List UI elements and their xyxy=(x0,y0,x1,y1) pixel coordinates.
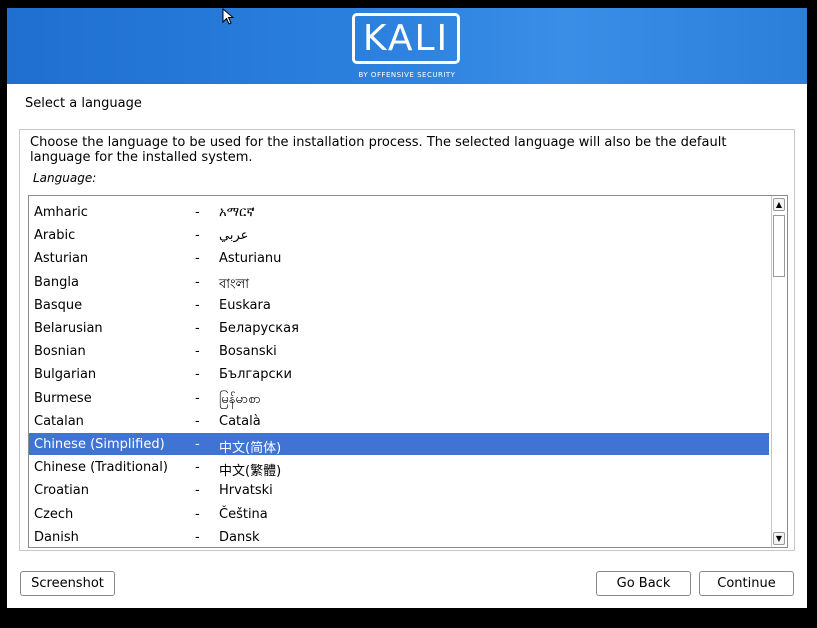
language-native-name: Български xyxy=(219,367,292,383)
separator-dash: - xyxy=(195,483,200,499)
separator-dash: - xyxy=(195,228,200,244)
language-label: Language: xyxy=(33,171,97,185)
language-row[interactable]: Belarusian - Беларуская xyxy=(29,317,769,339)
language-native-name: عربي xyxy=(219,228,249,244)
language-name: Amharic xyxy=(34,205,88,220)
language-native-name: Català xyxy=(219,413,261,429)
language-row[interactable]: Bosnian - Bosanski xyxy=(29,340,769,362)
language-native-name: Euskara xyxy=(219,297,271,313)
separator-dash: - xyxy=(195,506,200,522)
separator-dash: - xyxy=(195,413,200,429)
language-row[interactable]: Amharic - አማርኛ xyxy=(29,201,769,223)
go-back-button[interactable]: Go Back xyxy=(596,571,691,596)
separator-dash: - xyxy=(195,297,200,313)
language-name: Croatian xyxy=(34,483,89,499)
separator-dash: - xyxy=(195,529,200,545)
language-row[interactable]: Arabic - عربي xyxy=(29,224,769,246)
language-name: Belarusian xyxy=(34,321,103,336)
language-native-name: Čeština xyxy=(219,506,268,522)
language-row[interactable]: Chinese (Traditional) - 中文(繁體) xyxy=(29,456,769,480)
separator-dash: - xyxy=(195,367,200,383)
separator-dash: - xyxy=(195,251,200,267)
separator-dash: - xyxy=(195,344,200,360)
language-row[interactable]: Catalan - Català xyxy=(29,410,769,432)
language-name: Basque xyxy=(34,297,83,313)
scrollbar[interactable]: ▲ ▼ xyxy=(771,196,787,547)
page-title: Select a language xyxy=(25,96,142,111)
separator-dash: - xyxy=(195,437,200,452)
separator-dash: - xyxy=(195,321,200,336)
kali-logo: KALI xyxy=(352,13,460,64)
screenshot-button[interactable]: Screenshot xyxy=(20,571,115,596)
description-text: Choose the language to be used for the i… xyxy=(30,135,727,165)
kali-logo-subtitle: BY OFFENSIVE SECURITY xyxy=(358,71,456,79)
language-name: Asturian xyxy=(34,251,89,267)
language-row[interactable]: Burmese - မြန်မာစာ xyxy=(29,387,769,409)
language-name: Bangla xyxy=(34,274,79,290)
language-name: Catalan xyxy=(34,413,84,429)
language-row[interactable]: Chinese (Simplified) - 中文(简体) xyxy=(29,433,769,456)
language-row[interactable]: Bulgarian - Български xyxy=(29,363,769,385)
kali-banner: KALI BY OFFENSIVE SECURITY xyxy=(7,8,807,84)
separator-dash: - xyxy=(195,390,200,406)
language-name: Bulgarian xyxy=(34,367,97,383)
language-row[interactable]: Danish - Dansk xyxy=(29,526,769,547)
language-name: Czech xyxy=(34,506,74,522)
language-native-name: 中文(简体) xyxy=(219,441,282,456)
language-native-name: မြန်မာစာ xyxy=(219,391,261,407)
language-row[interactable]: Basque - Euskara xyxy=(29,294,769,316)
language-native-name: Dansk xyxy=(219,529,260,545)
installer-window: KALI BY OFFENSIVE SECURITY Select a lang… xyxy=(7,8,807,608)
separator-dash: - xyxy=(195,274,200,290)
language-row[interactable]: Asturian - Asturianu xyxy=(29,247,769,269)
separator-dash: - xyxy=(195,460,200,476)
language-name: Bosnian xyxy=(34,344,86,360)
language-list[interactable]: Amharic - አማርኛ Arabic - عربي Asturian - Asturian… xyxy=(28,195,788,548)
language-native-name: አማርኛ xyxy=(219,205,255,220)
language-row[interactable]: Czech - Čeština xyxy=(29,503,769,525)
scrollbar-thumb[interactable] xyxy=(773,215,785,277)
scroll-up-icon[interactable]: ▲ xyxy=(773,198,785,211)
language-panel: Choose the language to be used for the i… xyxy=(19,129,795,551)
language-row[interactable]: Bangla - বাংলা xyxy=(29,271,769,293)
language-native-name: Bosanski xyxy=(219,344,277,360)
language-native-name: বাংলা xyxy=(219,276,250,292)
language-name: Chinese (Traditional) xyxy=(34,460,168,476)
language-native-name: Asturianu xyxy=(219,251,282,267)
language-name: Chinese (Simplified) xyxy=(34,437,165,452)
mouse-pointer-icon xyxy=(222,8,234,25)
continue-button[interactable]: Continue xyxy=(699,571,794,596)
scroll-down-icon[interactable]: ▼ xyxy=(773,532,785,545)
language-name: Arabic xyxy=(34,228,76,244)
separator-dash: - xyxy=(195,205,200,220)
language-native-name: Hrvatski xyxy=(219,483,273,499)
language-native-name: Беларуская xyxy=(219,321,299,336)
language-name: Danish xyxy=(34,529,79,545)
language-name: Burmese xyxy=(34,390,92,406)
language-row[interactable]: Croatian - Hrvatski xyxy=(29,479,769,501)
language-native-name: 中文(繁體) xyxy=(219,464,282,480)
